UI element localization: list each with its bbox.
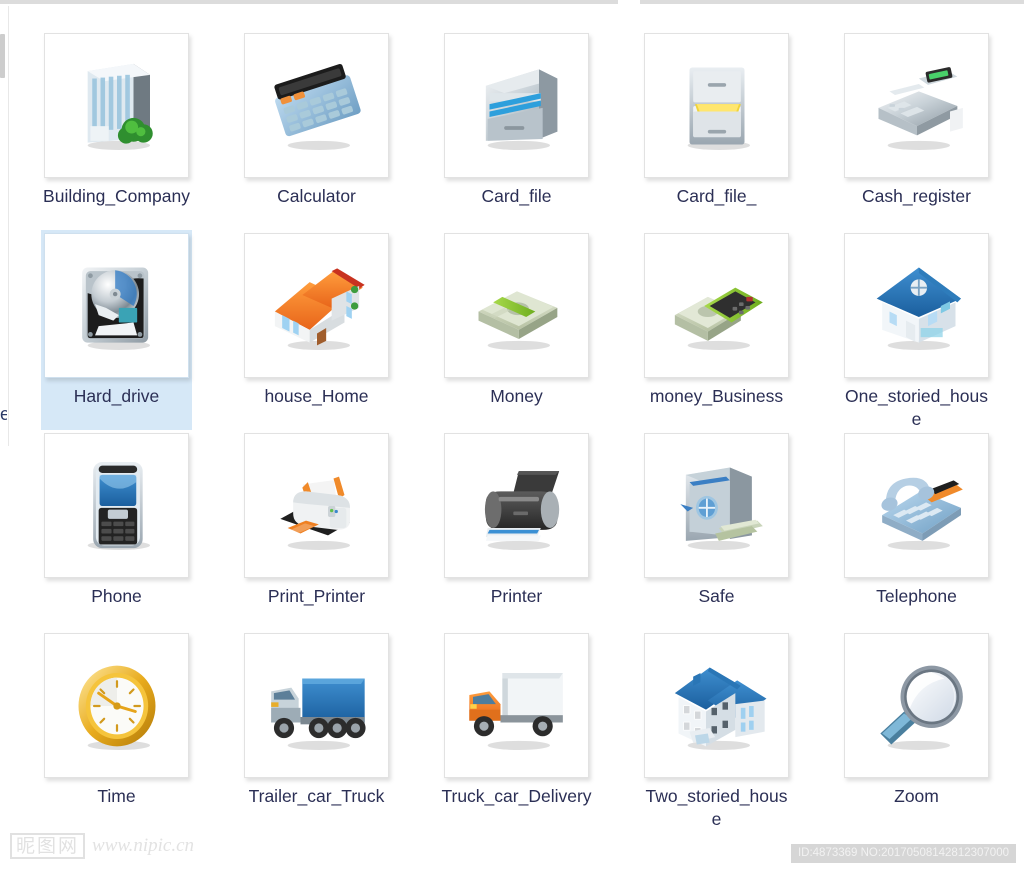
- left-edge-rule: [8, 6, 9, 446]
- watermark-url: www.nipic.cn: [92, 835, 195, 856]
- orange-roof-house-icon[interactable]: [244, 233, 389, 378]
- icon-label: Trailer_car_Truck: [248, 786, 385, 806]
- icon-item[interactable]: Phone: [41, 430, 192, 630]
- icon-label: Card_file: [481, 186, 552, 206]
- delivery-truck-icon[interactable]: [444, 633, 589, 778]
- icon-label: money_Business: [649, 386, 784, 406]
- top-divider-right: [640, 0, 1024, 4]
- card-file-cabinet-icon[interactable]: [444, 33, 589, 178]
- icon-item[interactable]: Card_file_: [641, 30, 792, 230]
- icon-item[interactable]: Telephone: [841, 430, 992, 630]
- icon-item[interactable]: Time: [41, 630, 192, 830]
- two-storied-house-icon[interactable]: [644, 633, 789, 778]
- money-and-phone-icon[interactable]: [644, 233, 789, 378]
- icon-label: Calculator: [277, 186, 356, 206]
- icon-label: Telephone: [876, 586, 957, 606]
- icon-label: Time: [97, 786, 136, 806]
- icon-item[interactable]: Zoom: [841, 630, 992, 830]
- magnifier-icon[interactable]: [844, 633, 989, 778]
- one-storied-house-icon[interactable]: [844, 233, 989, 378]
- scrollbar-thumb[interactable]: [0, 34, 5, 78]
- safe-vault-icon[interactable]: [644, 433, 789, 578]
- id-badge: ID:4873369 NO:20170508142812307000: [790, 844, 1016, 863]
- money-stack-icon[interactable]: [444, 233, 589, 378]
- office-building-icon[interactable]: [44, 33, 189, 178]
- office-printer-icon[interactable]: [244, 433, 389, 578]
- icon-item[interactable]: house_Home: [241, 230, 392, 430]
- icon-item[interactable]: Cash_register: [841, 30, 992, 230]
- icon-label: Hard_drive: [73, 386, 160, 406]
- calculator-icon[interactable]: [244, 33, 389, 178]
- inkjet-printer-icon[interactable]: [444, 433, 589, 578]
- icon-label: Card_file_: [676, 186, 757, 206]
- icon-item[interactable]: Printer: [441, 430, 592, 630]
- semi-trailer-truck-icon[interactable]: [244, 633, 389, 778]
- icon-grid: Building_Company Calculator Card_file Card_…: [41, 30, 1024, 830]
- icon-item[interactable]: Safe: [641, 430, 792, 630]
- desk-telephone-icon[interactable]: [844, 433, 989, 578]
- icon-label: Two_storied_house: [645, 786, 788, 829]
- icon-label: Building_Company: [43, 186, 190, 206]
- icon-label: Printer: [490, 586, 543, 606]
- icon-label: house_Home: [264, 386, 369, 406]
- file-drawer-icon[interactable]: [644, 33, 789, 178]
- icon-label: Cash_register: [862, 186, 971, 206]
- top-divider-left: [0, 0, 618, 4]
- icon-item[interactable]: Building_Company: [41, 30, 192, 230]
- icon-item[interactable]: Two_storied_house: [641, 630, 792, 830]
- icon-item[interactable]: Truck_car_Delivery: [441, 630, 592, 830]
- cash-register-icon[interactable]: [844, 33, 989, 178]
- icon-item[interactable]: Calculator: [241, 30, 392, 230]
- icon-item[interactable]: Money: [441, 230, 592, 430]
- watermark-logo: 昵图网: [10, 833, 86, 859]
- icon-label: Print_Printer: [267, 586, 366, 606]
- icon-label: Safe: [698, 586, 735, 606]
- mobile-phone-icon[interactable]: [44, 433, 189, 578]
- icon-item[interactable]: Hard_drive: [41, 230, 192, 430]
- clipped-left-label: e: [0, 404, 7, 424]
- icon-label: Truck_car_Delivery: [441, 786, 592, 806]
- clock-icon[interactable]: [44, 633, 189, 778]
- icon-item[interactable]: One_storied_house: [841, 230, 992, 430]
- icon-label: One_storied_house: [844, 386, 989, 429]
- icon-item[interactable]: money_Business: [641, 230, 792, 430]
- watermark: 昵图网 www.nipic.cn: [10, 833, 194, 859]
- icon-item[interactable]: Trailer_car_Truck: [241, 630, 392, 830]
- hard-drive-icon[interactable]: [44, 233, 189, 378]
- icon-item[interactable]: Card_file: [441, 30, 592, 230]
- icon-label: Phone: [91, 586, 142, 606]
- icon-label: Money: [490, 386, 543, 406]
- icon-item[interactable]: Print_Printer: [241, 430, 392, 630]
- icon-label: Zoom: [894, 786, 939, 806]
